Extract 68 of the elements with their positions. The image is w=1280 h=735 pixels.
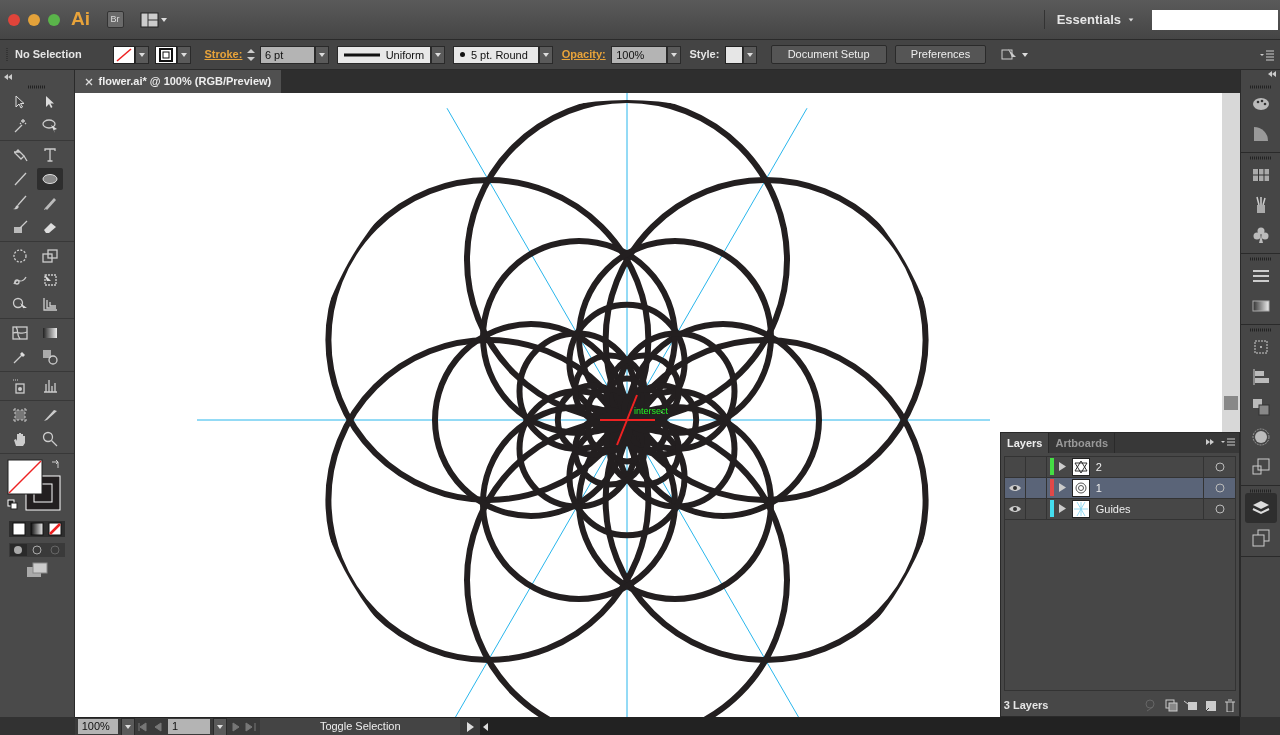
- arrange-documents-icon[interactable]: [140, 11, 168, 28]
- collapse-icon[interactable]: [2, 72, 13, 81]
- clipping-mask-icon[interactable]: [1163, 698, 1178, 712]
- stroke-weight-field[interactable]: 6 pt: [259, 45, 315, 64]
- profile-dropdown[interactable]: Uniform: [337, 45, 432, 64]
- layer-count: 3 Layers: [1003, 697, 1050, 713]
- line-profile-icon: [344, 52, 381, 57]
- expand-triangle-icon[interactable]: [1059, 483, 1067, 493]
- document-tab[interactable]: flower.ai* @ 100% (RGB/Preview): [75, 70, 282, 93]
- layer-row[interactable]: Guides: [1004, 498, 1236, 520]
- stroke-link[interactable]: Stroke:: [204, 46, 243, 63]
- panel-menu-icon[interactable]: [1220, 438, 1237, 448]
- bridge-button[interactable]: Br: [106, 10, 124, 29]
- preferences-button[interactable]: Preferences: [894, 45, 987, 64]
- screen-mode-icon[interactable]: [26, 562, 48, 578]
- zoom-window-icon[interactable]: [48, 13, 60, 26]
- draw-mode-buttons-drawing[interactable]: [9, 542, 65, 557]
- grip-icon[interactable]: [27, 84, 47, 89]
- grip-icon[interactable]: [1248, 328, 1273, 332]
- next-artboard-icon[interactable]: [229, 721, 258, 732]
- layer-row[interactable]: 1: [1004, 477, 1236, 499]
- document-setup-button[interactable]: Document Setup: [770, 45, 887, 64]
- layer-name: Guides: [1094, 501, 1132, 517]
- style-label: Style:: [689, 47, 720, 63]
- minimize-window-icon[interactable]: [28, 13, 40, 26]
- panel-tab[interactable]: Layers: [1001, 432, 1050, 454]
- layer-row[interactable]: 2: [1004, 456, 1236, 478]
- caret-icon: [1126, 15, 1135, 24]
- fill-none-swatch[interactable]: [113, 45, 136, 64]
- status-text: Toggle Selection: [260, 718, 461, 735]
- target-icon[interactable]: [1214, 482, 1225, 493]
- app-logo: Ai: [71, 7, 90, 32]
- grip-icon[interactable]: [1248, 85, 1273, 89]
- grip-icon[interactable]: [1248, 257, 1273, 261]
- layer-name: 2: [1094, 459, 1103, 475]
- expand-triangle-icon[interactable]: [1059, 462, 1067, 472]
- grip-icon[interactable]: [1248, 156, 1273, 160]
- isolate-icon[interactable]: [999, 46, 1030, 63]
- eye-icon[interactable]: [1007, 483, 1022, 492]
- opacity-link[interactable]: Opacity:: [561, 46, 606, 63]
- panel-tab[interactable]: Artboards: [1049, 432, 1116, 454]
- expand-triangle-icon[interactable]: [1059, 504, 1067, 514]
- color-mode-buttons-drawing[interactable]: [9, 521, 65, 537]
- stroke-swatch[interactable]: [154, 45, 177, 64]
- opacity-field[interactable]: 100%: [611, 45, 668, 64]
- eye-icon[interactable]: [1007, 504, 1022, 513]
- new-sublayer-icon[interactable]: [1183, 698, 1198, 712]
- layer-thumbnail: [1071, 499, 1090, 518]
- layers-icon[interactable]: [1244, 493, 1277, 523]
- layer-thumbnail: [1071, 478, 1090, 497]
- panel-menu-icon[interactable]: [1258, 48, 1275, 61]
- workspace-switcher[interactable]: Essentials: [1043, 9, 1147, 30]
- brush-dropdown[interactable]: 5 pt. Round: [453, 45, 540, 64]
- search-field[interactable]: [1152, 9, 1278, 30]
- scrollbar-thumb[interactable]: [1224, 396, 1238, 410]
- expand-panel-icon[interactable]: [1204, 438, 1215, 446]
- selection-status: No Selection: [15, 47, 83, 63]
- style-swatch[interactable]: [724, 45, 743, 64]
- horizontal-scrollbar[interactable]: [479, 718, 1240, 735]
- target-icon[interactable]: [1214, 461, 1225, 472]
- layer-name: 1: [1094, 480, 1103, 496]
- target-icon[interactable]: [1214, 503, 1225, 514]
- trash-icon[interactable]: [1222, 698, 1237, 712]
- zoom-field[interactable]: 100%: [77, 719, 118, 734]
- close-icon[interactable]: [85, 77, 93, 86]
- brush-dot-icon: [460, 52, 466, 57]
- artboard-field[interactable]: 1: [168, 719, 210, 734]
- smart-guide-label: intersect: [634, 405, 668, 418]
